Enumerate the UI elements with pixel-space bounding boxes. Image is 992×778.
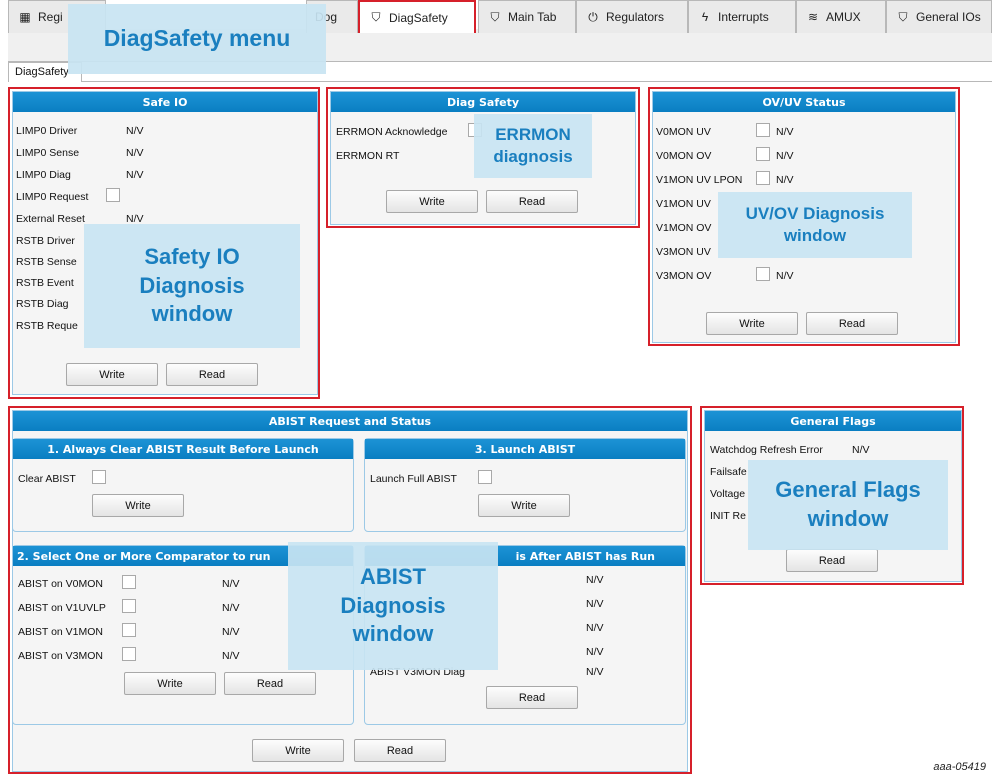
tab-label: Regulators bbox=[606, 10, 665, 24]
tab-label: AMUX bbox=[826, 10, 861, 24]
tab-label: DiagSafety bbox=[389, 10, 448, 25]
shield-check-icon: ⛉ bbox=[490, 9, 500, 24]
general-flags-callout: General Flags window bbox=[748, 460, 948, 550]
register-icon: ▦ bbox=[19, 10, 31, 24]
tab-label: Main Tab bbox=[508, 10, 557, 24]
safety-io-callout: Safety IO Diagnosis window bbox=[84, 224, 300, 348]
signal-icon: ≋ bbox=[807, 10, 819, 24]
uvov-callout: UV/OV Diagnosis window bbox=[718, 192, 912, 258]
lightning-icon: ϟ bbox=[701, 10, 709, 24]
tab-regulators[interactable]: ⏻ Regulators bbox=[576, 0, 688, 33]
tab-label: General IOs bbox=[916, 10, 981, 24]
tab-interrupts[interactable]: ϟ Interrupts bbox=[688, 0, 796, 33]
power-icon: ⏻ bbox=[588, 9, 598, 24]
errmon-callout: ERRMON diagnosis bbox=[474, 114, 592, 178]
tab-general-ios[interactable]: ⛉ General IOs bbox=[886, 0, 992, 33]
shield-check-icon: ⛉ bbox=[898, 9, 908, 24]
diagsafety-menu-callout: DiagSafety menu bbox=[68, 4, 326, 74]
tab-label: Regi bbox=[38, 10, 63, 24]
tab-label: Interrupts bbox=[718, 10, 769, 24]
tab-amux[interactable]: ≋ AMUX bbox=[796, 0, 886, 33]
figure-id: aaa-05419 bbox=[933, 761, 986, 773]
divider bbox=[82, 81, 992, 82]
abist-callout: ABIST Diagnosis window bbox=[288, 542, 498, 670]
shield-check-icon: ⛉ bbox=[371, 10, 381, 24]
tab-diagsafety[interactable]: ⛉ DiagSafety bbox=[358, 0, 476, 33]
tab-main[interactable]: ⛉ Main Tab bbox=[478, 0, 576, 33]
